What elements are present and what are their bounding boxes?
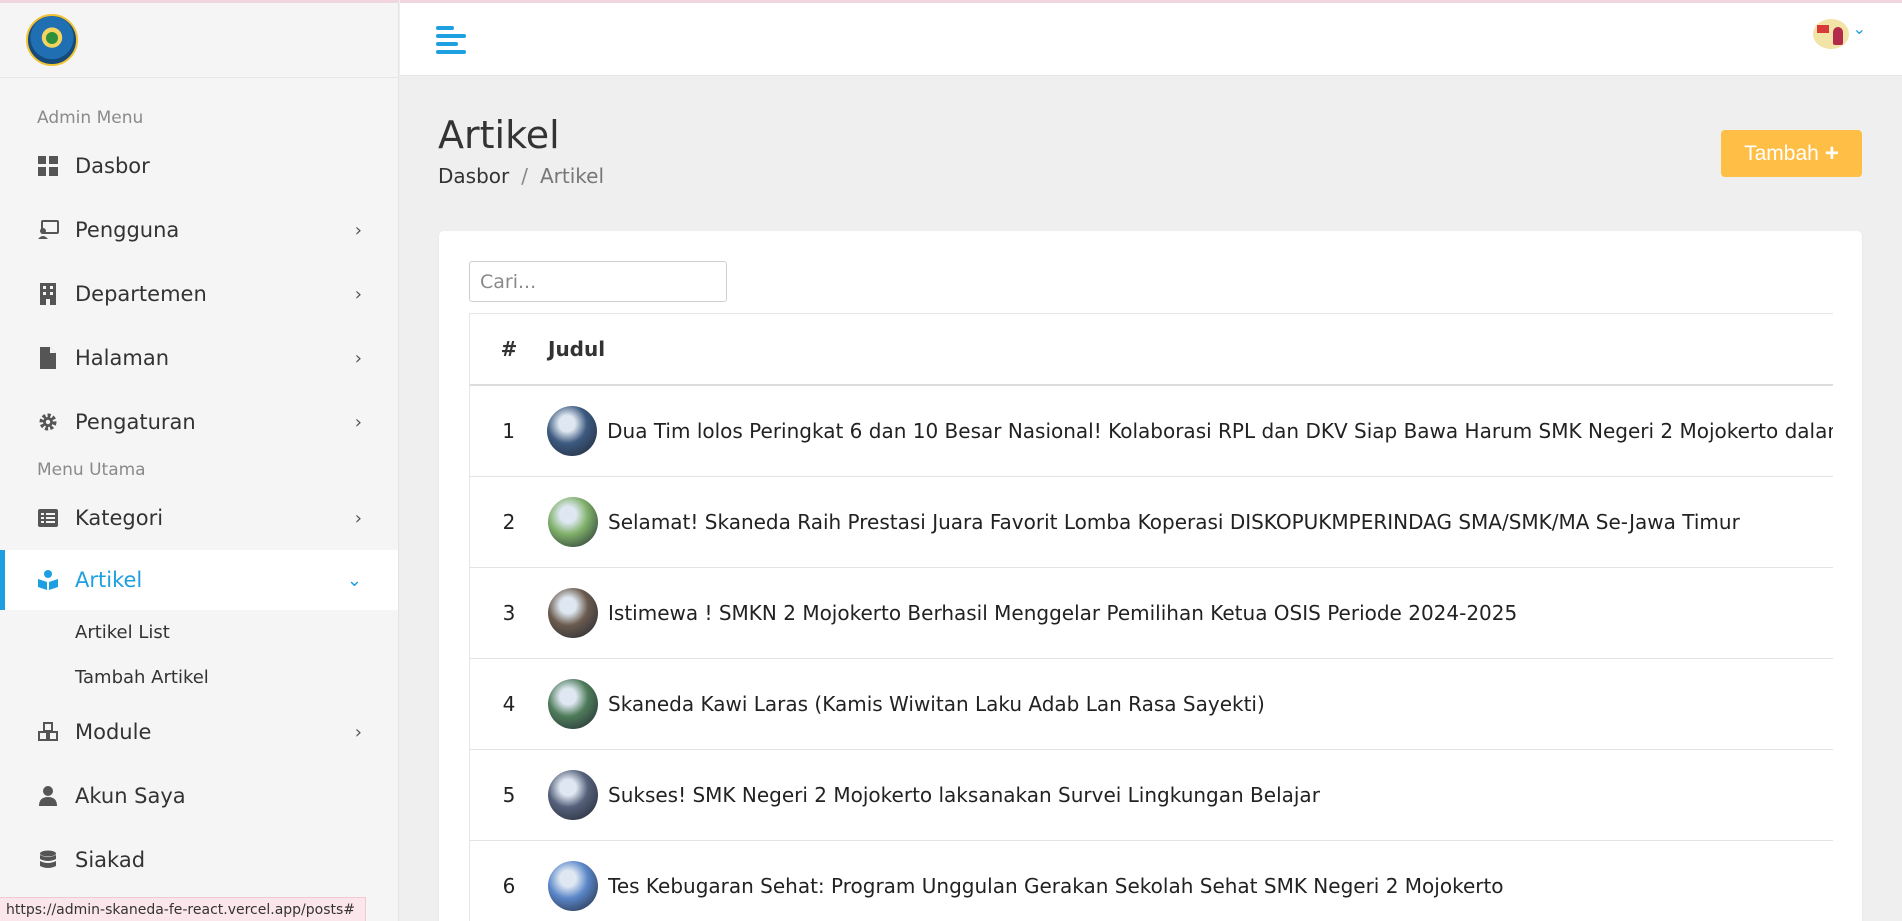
sidebar-item-kategori[interactable]: Kategori › bbox=[0, 486, 398, 550]
breadcrumb-separator: / bbox=[521, 164, 528, 188]
table-row[interactable]: 3 Istimewa ! SMKN 2 Mojokerto Berhasil Me… bbox=[470, 568, 1833, 659]
article-title[interactable]: Skaneda Kawi Laras (Kamis Wiwitan Laku A… bbox=[608, 692, 1265, 716]
sidebar-item-label: Pengaturan bbox=[75, 410, 196, 434]
search-input[interactable] bbox=[469, 261, 727, 302]
building-icon bbox=[37, 283, 59, 305]
sidebar-item-label: Kategori bbox=[75, 506, 164, 530]
row-number: 6 bbox=[502, 874, 516, 898]
table-row[interactable]: 2 Selamat! Skaneda Raih Prestasi Juara Fa… bbox=[470, 477, 1833, 568]
sidebar-item-label: Departemen bbox=[75, 282, 207, 306]
articles-table: # Judul 1 Dua Tim lolos Peringkat 6 dan 1… bbox=[469, 313, 1833, 921]
add-button-label: Tambah bbox=[1744, 141, 1819, 165]
sidebar: Admin Menu Dasbor Pengguna › Departemen … bbox=[0, 0, 399, 921]
column-header-number[interactable]: # bbox=[470, 337, 548, 361]
gear-icon bbox=[37, 411, 59, 433]
logo-area bbox=[0, 3, 398, 78]
sidebar-item-label: Halaman bbox=[75, 346, 169, 370]
article-thumbnail bbox=[548, 588, 598, 638]
sidebar-item-label: Module bbox=[75, 720, 152, 744]
chevron-down-icon: ⌄ bbox=[1852, 19, 1866, 38]
column-header-title[interactable]: Judul bbox=[548, 337, 605, 361]
database-icon bbox=[37, 849, 59, 871]
breadcrumb-current: Artikel bbox=[539, 164, 605, 188]
chevron-right-icon: › bbox=[354, 283, 362, 305]
menu-toggle-icon[interactable] bbox=[436, 24, 466, 56]
table-row[interactable]: 1 Dua Tim lolos Peringkat 6 dan 10 Besar … bbox=[470, 386, 1833, 477]
row-number: 5 bbox=[502, 783, 516, 807]
sidebar-item-label: Siakad bbox=[75, 848, 146, 872]
avatar bbox=[1812, 19, 1849, 49]
page-title: Artikel bbox=[438, 113, 560, 157]
article-thumbnail bbox=[548, 497, 598, 547]
chevron-down-icon: ⌄ bbox=[346, 569, 362, 591]
row-number: 4 bbox=[502, 692, 516, 716]
section-label-main: Menu Utama bbox=[37, 460, 146, 480]
row-number: 1 bbox=[502, 419, 515, 443]
sidebar-item-label: Pengguna bbox=[75, 218, 180, 242]
list-icon bbox=[37, 507, 59, 529]
table-body: 1 Dua Tim lolos Peringkat 6 dan 10 Besar … bbox=[470, 386, 1833, 921]
sidebar-item-label: Dasbor bbox=[75, 154, 150, 178]
article-thumbnail bbox=[548, 679, 598, 729]
table-row[interactable]: 5 Sukses! SMK Negeri 2 Mojokerto laksanak… bbox=[470, 750, 1833, 841]
breadcrumb-home-link[interactable]: Dasbor bbox=[438, 164, 509, 188]
chevron-right-icon: › bbox=[354, 721, 362, 743]
article-title[interactable]: Tes Kebugaran Sehat: Program Unggulan Ge… bbox=[608, 874, 1504, 898]
user-icon bbox=[37, 785, 59, 807]
article-title[interactable]: Dua Tim lolos Peringkat 6 dan 10 Besar N… bbox=[607, 419, 1833, 443]
row-number: 2 bbox=[502, 510, 516, 534]
dashboard-icon bbox=[37, 155, 59, 177]
sidebar-item-akun-saya[interactable]: Akun Saya bbox=[0, 764, 398, 828]
sidebar-item-label: Artikel bbox=[75, 568, 143, 592]
submenu-item-artikel-list[interactable]: Artikel List bbox=[0, 610, 398, 655]
article-title[interactable]: Selamat! Skaneda Raih Prestasi Juara Fav… bbox=[608, 510, 1740, 534]
plus-icon: + bbox=[1824, 139, 1839, 167]
chevron-right-icon: › bbox=[354, 507, 362, 529]
sidebar-item-siakad[interactable]: Siakad bbox=[0, 828, 398, 892]
chevron-right-icon: › bbox=[354, 347, 362, 369]
sidebar-item-label: Akun Saya bbox=[75, 784, 186, 808]
article-thumbnail bbox=[548, 770, 598, 820]
sidebar-item-pengaturan[interactable]: Pengaturan › bbox=[0, 390, 398, 454]
add-article-button[interactable]: Tambah + bbox=[1721, 130, 1862, 177]
cubes-icon bbox=[37, 721, 59, 743]
status-bar-url: https://admin-skaneda-fe-react.vercel.ap… bbox=[0, 897, 367, 921]
sidebar-item-dasbor[interactable]: Dasbor bbox=[0, 134, 398, 198]
article-thumbnail bbox=[547, 406, 598, 456]
sidebar-item-artikel[interactable]: Artikel ⌄ bbox=[0, 550, 398, 610]
chevron-right-icon: › bbox=[354, 219, 362, 241]
article-title[interactable]: Sukses! SMK Negeri 2 Mojokerto laksanaka… bbox=[608, 783, 1320, 807]
table-header: # Judul bbox=[470, 314, 1833, 386]
sidebar-item-pengguna[interactable]: Pengguna › bbox=[0, 198, 398, 262]
submenu-item-tambah-artikel[interactable]: Tambah Artikel bbox=[0, 655, 398, 700]
users-icon bbox=[37, 219, 59, 241]
sidebar-item-halaman[interactable]: Halaman › bbox=[0, 326, 398, 390]
article-thumbnail bbox=[548, 861, 598, 911]
table-row[interactable]: 6 Tes Kebugaran Sehat: Program Unggulan G… bbox=[470, 841, 1833, 921]
book-reader-icon bbox=[37, 569, 59, 591]
row-number: 3 bbox=[502, 601, 516, 625]
user-menu[interactable]: ⌄ bbox=[1812, 19, 1866, 49]
chevron-right-icon: › bbox=[354, 411, 362, 433]
table-row[interactable]: 4 Skaneda Kawi Laras (Kamis Wiwitan Laku … bbox=[470, 659, 1833, 750]
section-label-admin: Admin Menu bbox=[37, 108, 144, 128]
articles-card: # Judul 1 Dua Tim lolos Peringkat 6 dan 1… bbox=[439, 231, 1862, 921]
school-logo[interactable] bbox=[26, 14, 78, 66]
breadcrumb: Dasbor / Artikel bbox=[438, 164, 604, 188]
topbar: ⌄ bbox=[400, 0, 1902, 76]
sidebar-item-departemen[interactable]: Departemen › bbox=[0, 262, 398, 326]
sidebar-item-module[interactable]: Module › bbox=[0, 700, 398, 764]
article-title[interactable]: Istimewa ! SMKN 2 Mojokerto Berhasil Men… bbox=[608, 601, 1517, 625]
file-icon bbox=[37, 347, 59, 369]
